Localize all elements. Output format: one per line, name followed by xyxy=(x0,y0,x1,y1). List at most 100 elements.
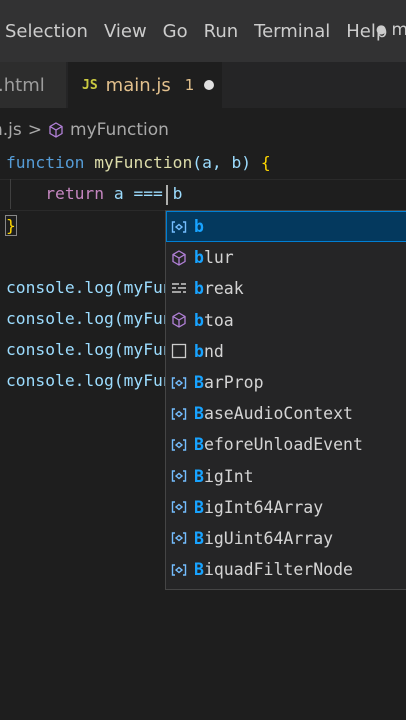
menu-run[interactable]: Run xyxy=(204,21,239,42)
console-call: console.log(myFunc xyxy=(6,371,183,390)
suggestion-label: blur xyxy=(194,248,234,267)
suggestion-item[interactable]: BiquadFilterNode xyxy=(166,554,406,585)
variable-icon xyxy=(170,374,188,392)
javascript-file-icon: JS xyxy=(82,77,98,93)
suggestion-match: B xyxy=(194,497,204,517)
suggestion-label: b xyxy=(194,217,204,236)
suggestion-label: BigUint64Array xyxy=(194,529,333,548)
suggestion-item[interactable]: b xyxy=(166,211,406,243)
code-line-2[interactable]: return a === b xyxy=(6,179,182,209)
method-cube-icon xyxy=(170,311,188,329)
keyword-function: function xyxy=(6,153,85,172)
suggestion-rest: nd xyxy=(203,341,224,361)
suggestion-match: b xyxy=(194,279,204,299)
code-line-1[interactable]: function myFunction(a, b) { xyxy=(6,148,271,178)
variable-icon xyxy=(170,405,188,423)
suggestion-label: BiquadFilterNode xyxy=(194,560,353,579)
suggestion-label: break xyxy=(194,279,244,298)
suggestion-label: BigInt xyxy=(194,467,254,486)
suggestion-match: B xyxy=(194,435,204,455)
suggestion-match: b xyxy=(194,248,204,268)
function-name: myFunction xyxy=(94,153,193,172)
suggestion-item[interactable]: break xyxy=(166,273,406,304)
suggestion-label: BaseAudioContext xyxy=(194,404,353,423)
suggestion-label: BarProp xyxy=(194,373,264,392)
keyword-return: return xyxy=(45,184,105,203)
tab-main-js[interactable]: JS main.js 1 xyxy=(68,62,222,108)
suggestion-match: B xyxy=(194,466,204,486)
suggestion-label: BeforeUnloadEvent xyxy=(194,435,363,454)
suggestion-item[interactable]: BaseAudioContext xyxy=(166,398,406,429)
suggestion-item[interactable]: BigInt64Array xyxy=(166,492,406,523)
menu-view[interactable]: View xyxy=(104,21,147,42)
code-line-7[interactable]: console.log(myFunc xyxy=(6,335,182,365)
variable-icon xyxy=(170,218,188,236)
variable-icon xyxy=(170,467,188,485)
method-cube-icon xyxy=(170,249,188,267)
suggestion-rest: iquadFilterNode xyxy=(203,560,353,580)
suggestion-match: B xyxy=(194,560,204,580)
suggestion-match: b xyxy=(194,310,204,330)
console-call: console.log(myFunc xyxy=(6,309,183,328)
suggestion-rest: igInt64Array xyxy=(203,497,324,517)
breadcrumb-symbol[interactable]: myFunction xyxy=(70,120,169,140)
menu-go[interactable]: Go xyxy=(163,21,188,42)
suggestion-rest: igInt xyxy=(203,466,254,486)
method-cube-icon xyxy=(49,122,63,138)
chevron-right-icon: > xyxy=(27,120,43,140)
window-title: ● ma xyxy=(376,20,406,40)
suggestion-item[interactable]: BarProp xyxy=(166,367,406,398)
suggestion-rest: arProp xyxy=(203,373,264,393)
suggestion-rest: aseAudioContext xyxy=(203,404,353,424)
tab-label: .html xyxy=(0,74,45,96)
suggestion-item[interactable]: blur xyxy=(166,242,406,273)
menu-bar: Selection View Go Run Terminal Help ●ma xyxy=(0,0,406,62)
suggestion-match: B xyxy=(194,373,204,393)
suggestion-rest: toa xyxy=(203,310,234,330)
suggestion-label: btoa xyxy=(194,311,234,330)
suggestion-match: b xyxy=(194,341,204,361)
unsaved-changes-icon[interactable] xyxy=(204,80,215,90)
open-brace: { xyxy=(260,153,271,172)
console-call: console.log(myFunc xyxy=(6,340,183,359)
code-line-3[interactable]: } xyxy=(5,211,17,241)
menu-terminal[interactable]: Terminal xyxy=(254,21,330,42)
return-expression: a === b xyxy=(104,184,183,203)
suggestion-match: B xyxy=(194,528,204,548)
suggestion-match: b xyxy=(194,217,204,237)
suggestion-item[interactable]: BigInt xyxy=(166,461,406,492)
suggestion-item[interactable]: BeforeUnloadEvent xyxy=(166,429,406,460)
breadcrumb: n.js > myFunction xyxy=(0,116,169,144)
suggestion-item[interactable]: bnd xyxy=(166,336,406,367)
snippet-square-icon xyxy=(170,342,188,360)
unsaved-dot-icon: ● xyxy=(376,22,387,36)
console-call: console.log(myFunc xyxy=(6,278,183,297)
suggestion-rest: lur xyxy=(203,248,234,268)
menu-selection[interactable]: Selection xyxy=(5,21,88,42)
window-title-text: ma xyxy=(391,20,406,40)
variable-icon xyxy=(170,561,188,579)
suggestion-label: BigInt64Array xyxy=(194,498,323,517)
suggestion-rest: reak xyxy=(203,279,244,299)
variable-icon xyxy=(170,529,188,547)
code-line-5[interactable]: console.log(myFunc xyxy=(6,273,182,303)
text-caret xyxy=(166,185,168,205)
autocomplete-suggest-widget: b blur break btoa bnd BarProp BaseAudioContext… xyxy=(165,210,406,590)
suggestion-match: B xyxy=(194,404,204,424)
variable-icon xyxy=(170,498,188,516)
problem-count-badge: 1 xyxy=(184,76,195,94)
tab-bar: .html JS main.js 1 xyxy=(0,62,406,108)
tab-index-html[interactable]: .html xyxy=(0,62,66,108)
keyword-icon xyxy=(170,280,188,298)
code-line-6[interactable]: console.log(myFunc xyxy=(6,304,182,334)
suggestion-item[interactable]: btoa xyxy=(166,305,406,336)
tab-label: main.js xyxy=(105,74,171,96)
code-line-8[interactable]: console.log(myFunc xyxy=(6,366,182,396)
suggestion-item[interactable]: BigUint64Array xyxy=(166,523,406,554)
suggestion-rest: igUint64Array xyxy=(203,528,334,548)
breadcrumb-file[interactable]: n.js xyxy=(0,120,22,140)
variable-icon xyxy=(170,436,188,454)
function-params: (a, b) xyxy=(192,153,261,172)
close-brace: } xyxy=(5,215,17,236)
suggestion-rest: eforeUnloadEvent xyxy=(203,435,363,455)
